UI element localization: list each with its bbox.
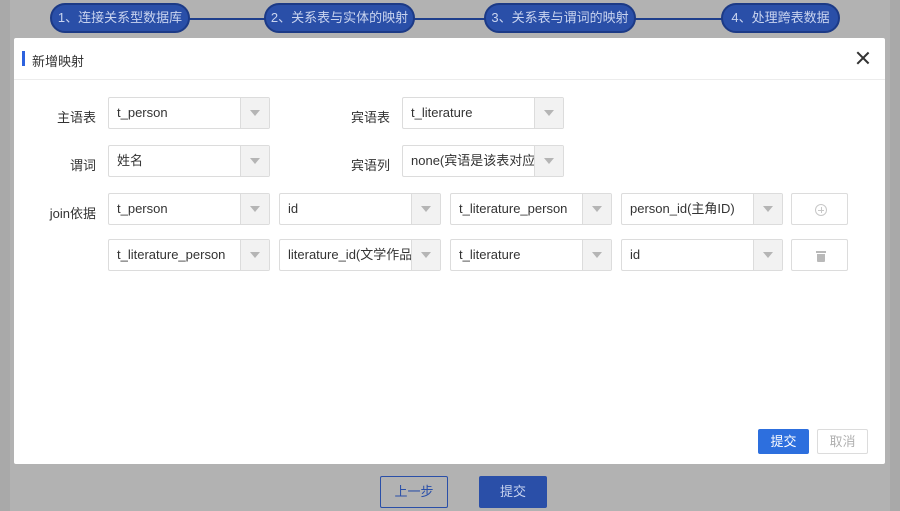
select-value: t_person bbox=[117, 201, 168, 216]
step-3[interactable]: 3、关系表与谓词的映射 bbox=[484, 3, 636, 33]
select-value: t_literature bbox=[411, 105, 473, 120]
dialog-cancel-button[interactable]: 取消 bbox=[817, 429, 868, 454]
join-basis-label: join依据 bbox=[49, 206, 96, 221]
add-join-button[interactable] bbox=[791, 193, 848, 225]
select-value: t_person bbox=[117, 105, 168, 120]
dialog-title: 新增映射 bbox=[32, 54, 85, 69]
trash-icon bbox=[816, 250, 826, 262]
title-accent-bar bbox=[22, 51, 25, 66]
select-value: t_literature_person bbox=[459, 201, 568, 216]
select-value: none(宾语是该表对应的 bbox=[411, 153, 535, 168]
chevron-down-icon bbox=[582, 240, 611, 270]
chevron-down-icon bbox=[240, 194, 269, 224]
join-source-column-select[interactable]: literature_id(文学作品ID) bbox=[279, 239, 441, 271]
dialog-header: 新增映射 bbox=[14, 38, 885, 80]
select-value: id bbox=[630, 247, 641, 262]
step-2[interactable]: 2、关系表与实体的映射 bbox=[264, 3, 415, 33]
select-value: 姓名 bbox=[117, 153, 144, 168]
select-value: t_literature_person bbox=[117, 247, 226, 262]
delete-join-button[interactable] bbox=[791, 239, 848, 271]
chevron-down-icon bbox=[411, 240, 440, 270]
chevron-down-icon bbox=[582, 194, 611, 224]
select-value: t_literature bbox=[459, 247, 521, 262]
step-1[interactable]: 1、连接关系型数据库 bbox=[50, 3, 190, 33]
chevron-down-icon bbox=[240, 98, 269, 128]
chevron-down-icon bbox=[534, 98, 563, 128]
subject-table-label: 主语表 bbox=[56, 110, 96, 125]
predicate-select[interactable]: 姓名 bbox=[108, 145, 270, 177]
chevron-down-icon bbox=[240, 146, 269, 176]
select-value: literature_id(文学作品ID) bbox=[288, 247, 412, 262]
step-connector bbox=[630, 18, 730, 20]
join-source-table-select[interactable]: t_literature_person bbox=[108, 239, 270, 271]
object-column-label: 宾语列 bbox=[350, 158, 390, 173]
select-value: id bbox=[288, 201, 299, 216]
subject-table-select[interactable]: t_person bbox=[108, 97, 270, 129]
chevron-down-icon bbox=[753, 240, 782, 270]
chevron-down-icon bbox=[753, 194, 782, 224]
chevron-down-icon bbox=[534, 146, 563, 176]
join-target-table-select[interactable]: t_literature bbox=[450, 239, 612, 271]
dialog-submit-button[interactable]: 提交 bbox=[758, 429, 809, 454]
step-progress: 1、连接关系型数据库 2、关系表与实体的映射 3、关系表与谓词的映射 4、处理跨… bbox=[0, 3, 900, 33]
join-target-column-select[interactable]: id bbox=[621, 239, 783, 271]
join-target-table-select[interactable]: t_literature_person bbox=[450, 193, 612, 225]
chevron-down-icon bbox=[240, 240, 269, 270]
predicate-label: 谓词 bbox=[69, 158, 96, 173]
join-target-column-select[interactable]: person_id(主角ID) bbox=[621, 193, 783, 225]
join-source-column-select[interactable]: id bbox=[279, 193, 441, 225]
select-value: person_id(主角ID) bbox=[630, 201, 735, 216]
object-table-label: 宾语表 bbox=[350, 110, 390, 125]
prev-step-button[interactable]: 上一步 bbox=[380, 476, 448, 508]
object-column-select[interactable]: none(宾语是该表对应的 bbox=[402, 145, 564, 177]
close-icon[interactable] bbox=[855, 50, 871, 66]
plus-circle-icon bbox=[815, 204, 827, 216]
step-4[interactable]: 4、处理跨表数据 bbox=[721, 3, 840, 33]
add-mapping-dialog: 新增映射 主语表 t_person 宾语表 t_literature 谓词 姓名… bbox=[14, 38, 885, 464]
chevron-down-icon bbox=[411, 194, 440, 224]
object-table-select[interactable]: t_literature bbox=[402, 97, 564, 129]
page-submit-button[interactable]: 提交 bbox=[479, 476, 547, 508]
join-source-table-select[interactable]: t_person bbox=[108, 193, 270, 225]
